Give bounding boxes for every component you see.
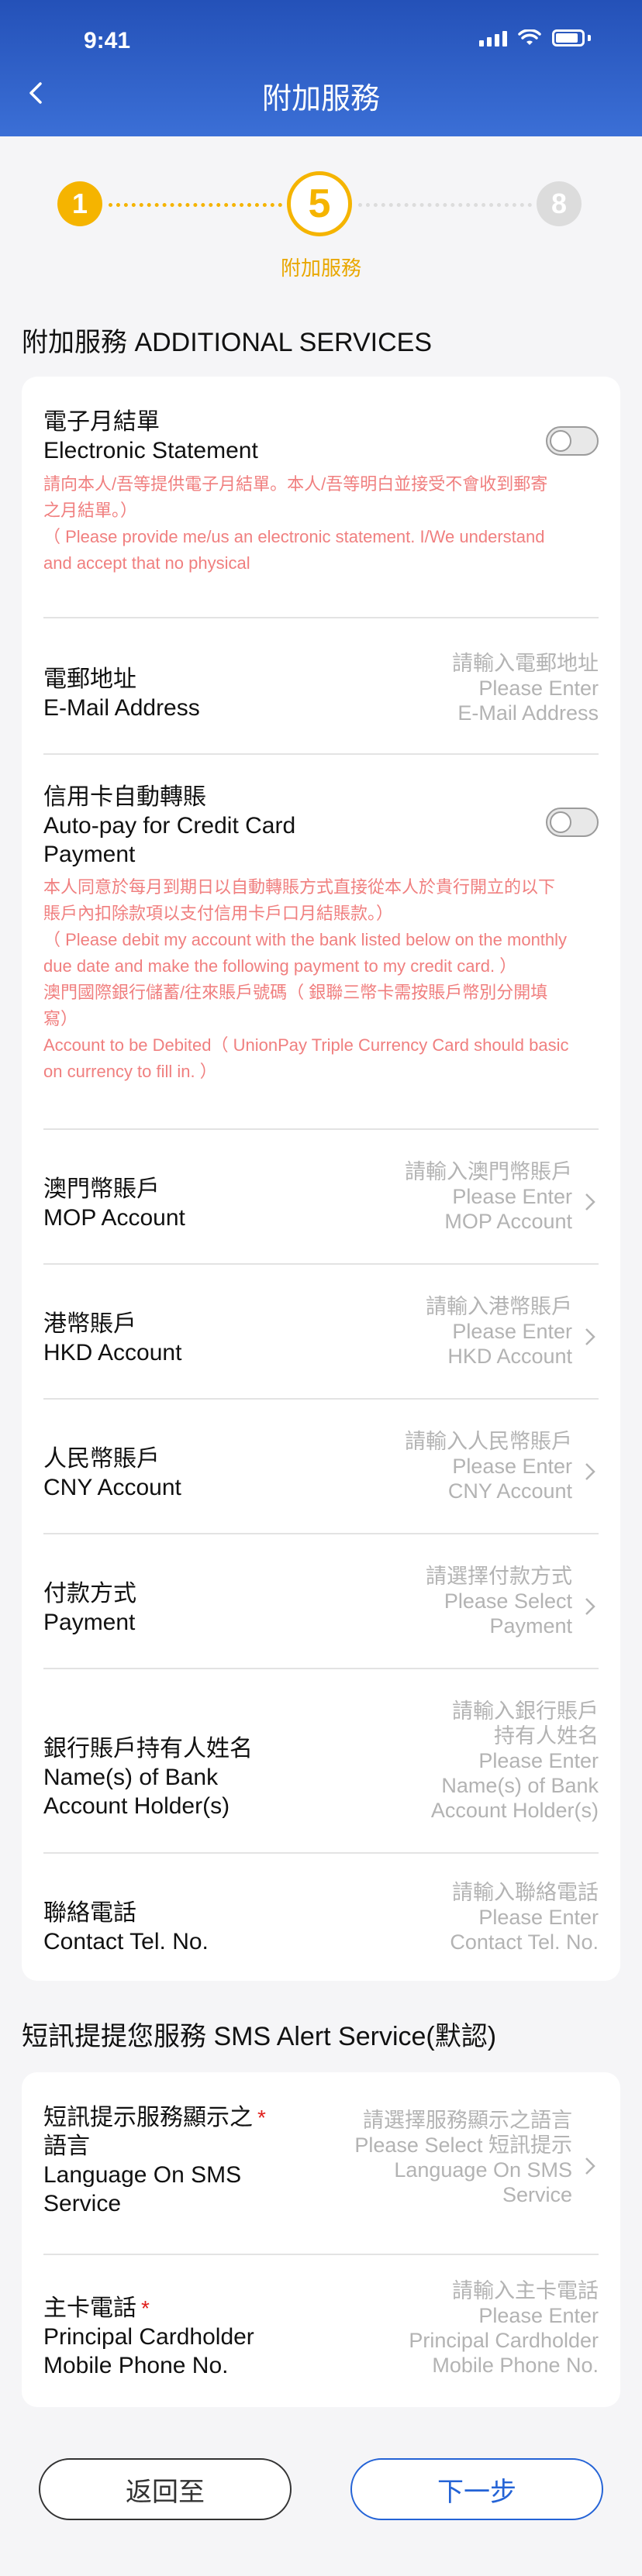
autopay-row: 信用卡自動轉賬 Auto-pay for Credit Card Payment…: [43, 783, 599, 1124]
principal-placeholder: 請輸入主卡電話 Please Enter Principal Cardholder M…: [409, 2279, 599, 2377]
payment-label-zh: 付款方式: [43, 1581, 136, 1607]
autopay-label-en2: Payment: [43, 842, 136, 867]
additional-services-card: 電子月結單 Electronic Statement 請向本人/吾等提供電子月結…: [22, 377, 620, 1981]
sms-alert-card: 短訊提示服務顯示之 * 語言 Language On SMS Service 請選…: [22, 2072, 620, 2407]
email-placeholder: 請輸入電郵地址 Please Enter E-Mail Address: [452, 652, 599, 725]
signal-icon: [479, 31, 507, 46]
chevron-right-icon: [585, 1193, 595, 1211]
hkd-label-zh: 港幣賬戶: [43, 1311, 136, 1337]
divider: [43, 1533, 599, 1534]
divider: [43, 617, 599, 618]
contact-label-en: Contact Tel. No.: [43, 1929, 209, 1954]
sms-lang-placeholder: 請選擇服務顯示之語言 Please Select 短訊提示 Language On …: [354, 2109, 572, 2206]
divider: [43, 1852, 599, 1854]
next-step-button[interactable]: 下一步: [350, 2458, 603, 2520]
status-time: 9:41: [84, 28, 131, 53]
holder-label-en1: Name(s) of Bank: [43, 1765, 219, 1790]
mop-placeholder: 請輸入澳門幣賬戶 Please Enter MOP Account: [405, 1160, 572, 1233]
autopay-toggle[interactable]: [546, 808, 599, 837]
app-header: 9:41 附加服務: [0, 0, 642, 136]
account-holder-field[interactable]: 銀行賬戶持有人姓名 Name(s) of Bank Account Holder…: [43, 1699, 599, 1830]
cny-label-en: CNY Account: [43, 1475, 181, 1500]
required-mark: *: [141, 2296, 150, 2320]
sms-lang-label-en2: Service: [43, 2191, 122, 2216]
contact-placeholder: 請輸入聯絡電話 Please Enter Contact Tel. No.: [450, 1881, 599, 1954]
payment-label-en: Payment: [43, 1610, 136, 1635]
cny-account-field[interactable]: 人民幣賬戶 CNY Account 請輸入人民幣賬戶 Please Enter CN…: [43, 1429, 599, 1514]
principal-label-zh: 主卡電話 *: [43, 2295, 150, 2321]
autopay-label-en1: Auto-pay for Credit Card: [43, 813, 296, 839]
divider: [43, 1263, 599, 1265]
hkd-label-en: HKD Account: [43, 1340, 182, 1365]
progress-stepper: 1 5 8 附加服務: [0, 136, 642, 291]
contact-phone-field[interactable]: 聯絡電話 Contact Tel. No. 請輸入聯絡電話 Please Ente…: [43, 1880, 599, 1965]
page-title: 附加服務: [261, 83, 380, 115]
email-label-en: E-Mail Address: [43, 695, 200, 721]
payment-placeholder: 請選擇付款方式 Please Select Payment: [426, 1565, 572, 1638]
progress-line-done: [109, 203, 282, 207]
cny-label-zh: 人民幣賬戶: [43, 1446, 160, 1472]
e-statement-label-en: Electronic Statement: [43, 438, 258, 463]
contact-label-zh: 聯絡電話: [43, 1900, 136, 1926]
holder-label-zh: 銀行賬戶持有人姓名: [43, 1736, 253, 1762]
holder-label-en2: Account Holder(s): [43, 1793, 230, 1819]
sms-lang-label-zh2: 語言: [43, 2133, 90, 2159]
holder-placeholder: 請輸入銀行賬戶 持有人姓名 Please Enter Name(s) of Bank A…: [430, 1700, 599, 1822]
progress-line-pending: [358, 203, 532, 207]
e-statement-label-zh: 電子月結單: [43, 409, 160, 435]
principal-label-en2: Mobile Phone No.: [43, 2353, 229, 2378]
principal-label-en1: Principal Cardholder: [43, 2324, 254, 2350]
step-last: 8: [537, 181, 582, 226]
mop-account-field[interactable]: 澳門幣賬戶 MOP Account 請輸入澳門幣賬戶 Please Enter MO…: [43, 1159, 599, 1245]
divider: [43, 1398, 599, 1400]
required-mark: *: [257, 2106, 266, 2130]
step-1: 1: [57, 181, 102, 226]
chevron-right-icon: [585, 1598, 595, 1615]
payment-method-select[interactable]: 付款方式 Payment 請選擇付款方式 Please Select Payment: [43, 1564, 599, 1649]
hkd-placeholder: 請輸入港幣賬戶 Please Enter HKD Account: [426, 1295, 572, 1368]
step-current-label: 附加服務: [280, 257, 361, 280]
section-title-additional: 附加服務 ADDITIONAL SERVICES: [22, 328, 432, 357]
hkd-account-field[interactable]: 港幣賬戶 HKD Account 請輸入港幣賬戶 Please Enter HKD …: [43, 1294, 599, 1379]
chevron-right-icon: [585, 1328, 595, 1345]
battery-icon: [552, 29, 585, 46]
e-statement-notice: 請向本人/吾等提供電子月結單。本人/吾等明白並接受不會收到郵寄 之月結單。） （…: [43, 474, 548, 573]
mop-label-zh: 澳門幣賬戶: [43, 1176, 160, 1202]
step-current: 5: [287, 171, 352, 236]
sms-lang-label-en1: Language On SMS: [43, 2162, 242, 2188]
battery-cap: [588, 35, 591, 41]
chevron-right-icon: [585, 1463, 595, 1480]
chevron-right-icon: [585, 2158, 595, 2175]
autopay-notice: 本人同意於每月到期日以自動轉賬方式直接從本人於貴行開立的以下 賬戶內扣除款項以支…: [43, 877, 569, 1081]
email-field[interactable]: 電郵地址 E-Mail Address 請輸入電郵地址 Please Enter E…: [43, 651, 599, 736]
section-title-sms: 短訊提提您服務 SMS Alert Service(默認): [22, 2022, 497, 2051]
divider: [43, 1668, 599, 1669]
sms-language-select[interactable]: 短訊提示服務顯示之 * 語言 Language On SMS Service 請選…: [43, 2103, 599, 2235]
cny-placeholder: 請輸入人民幣賬戶 Please Enter CNY Account: [405, 1430, 572, 1503]
email-label-zh: 電郵地址: [43, 666, 136, 692]
autopay-label-zh: 信用卡自動轉賬: [43, 784, 206, 810]
e-statement-row: 電子月結單 Electronic Statement 請向本人/吾等提供電子月結…: [43, 408, 599, 609]
status-icons: [479, 29, 591, 46]
e-statement-toggle[interactable]: [546, 426, 599, 456]
divider: [43, 1128, 599, 1130]
return-button[interactable]: 返回至: [39, 2458, 292, 2520]
divider: [43, 753, 599, 755]
principal-phone-field[interactable]: 主卡電話 * Principal Cardholder Mobile Phone …: [43, 2278, 599, 2387]
wifi-icon: [518, 29, 541, 45]
sms-lang-label-zh1: 短訊提示服務顯示之 *: [43, 2105, 266, 2130]
mop-label-en: MOP Account: [43, 1205, 185, 1231]
divider: [43, 2254, 599, 2255]
